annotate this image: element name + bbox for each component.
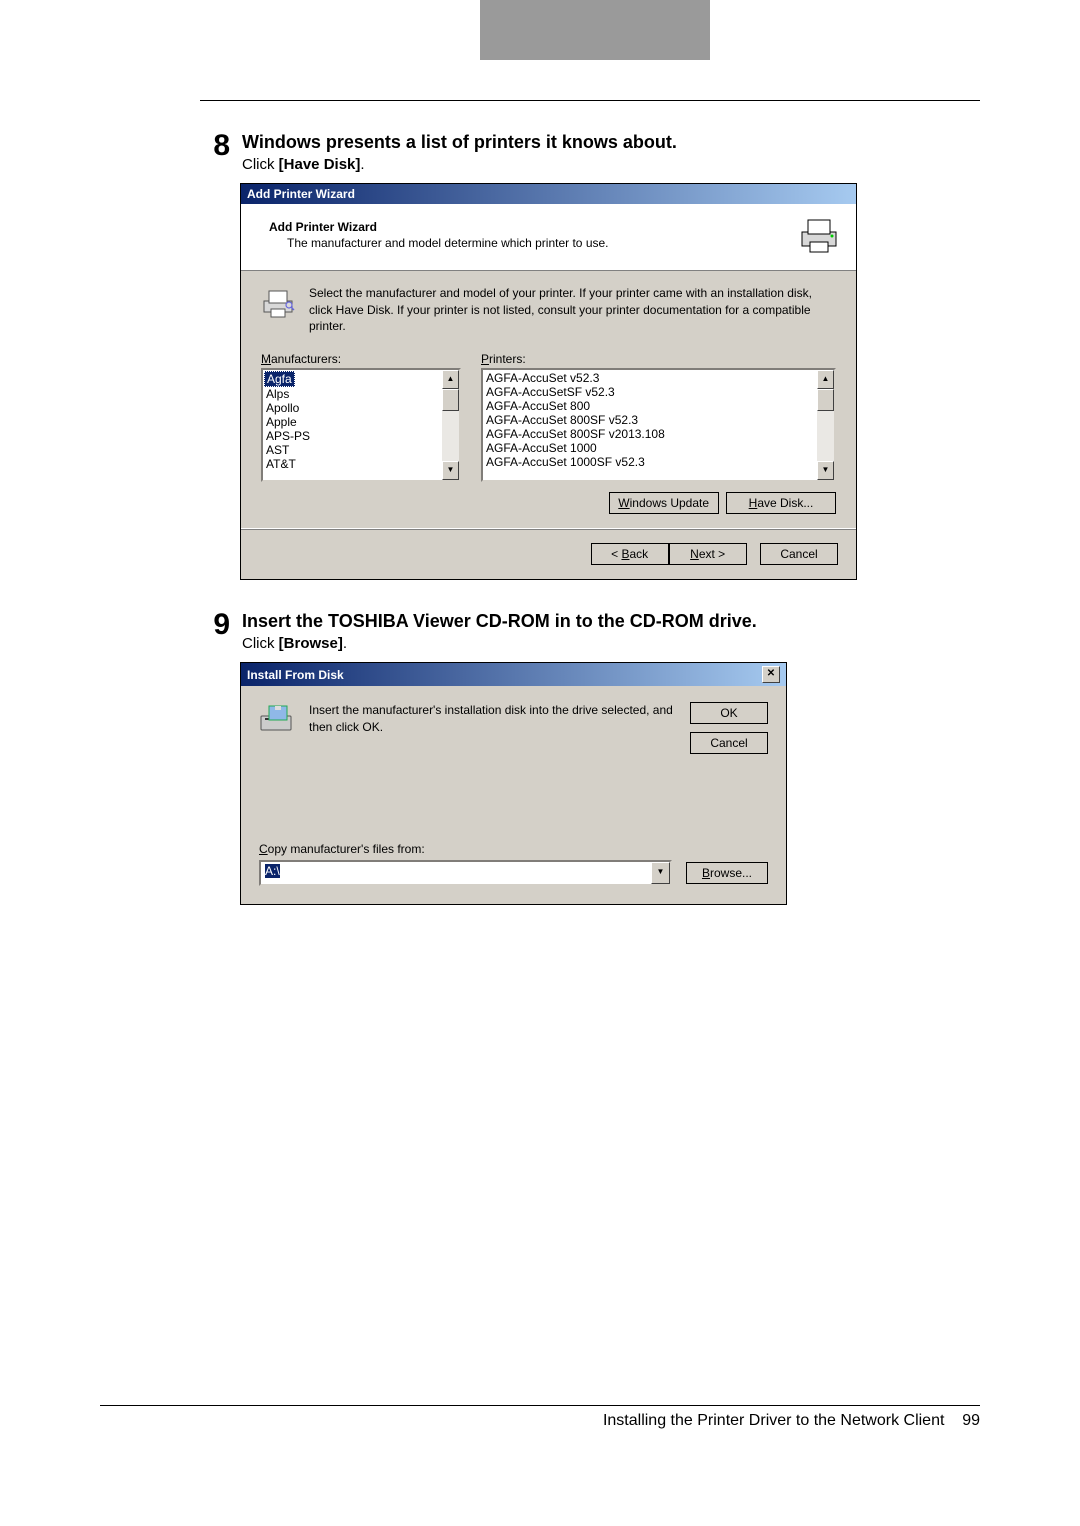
browse-button[interactable]: Browse... [686, 862, 768, 884]
scroll-up-icon[interactable]: ▲ [817, 370, 834, 389]
top-rule [200, 100, 980, 101]
list-item[interactable]: AGFA-AccuSet 800 [484, 399, 816, 413]
tab-placeholder [480, 0, 710, 60]
list-item[interactable]: AGFA-AccuSet 800SF v2013.108 [484, 427, 816, 441]
floppy-disk-icon [259, 702, 295, 732]
step-9-title: Insert the TOSHIBA Viewer CD-ROM in to t… [242, 610, 980, 633]
windows-update-button[interactable]: Windows Update [609, 492, 719, 514]
wizard-header: Add Printer Wizard The manufacturer and … [241, 204, 856, 271]
ok-button[interactable]: OK [690, 702, 768, 724]
chevron-down-icon[interactable]: ▼ [651, 862, 670, 884]
printer-icon [798, 214, 840, 256]
cancel-button[interactable]: Cancel [760, 543, 838, 565]
list-item[interactable]: AGFA-AccuSet 800SF v52.3 [484, 413, 816, 427]
list-item[interactable]: Apple [264, 415, 441, 429]
step-8-title: Windows presents a list of printers it k… [242, 131, 980, 154]
list-item[interactable]: AGFA-AccuSet v52.3 [484, 371, 816, 385]
step-9-instruction: Click [Browse]. [242, 635, 980, 652]
scrollbar[interactable]: ▲ ▼ [442, 370, 459, 480]
wizard-titlebar: Add Printer Wizard [241, 184, 856, 204]
wizard-header-sub: The manufacturer and model determine whi… [287, 236, 786, 250]
cancel-button[interactable]: Cancel [690, 732, 768, 754]
path-combobox[interactable]: A:\ ▼ [259, 860, 672, 886]
step-9-number: 9 [200, 610, 230, 652]
close-icon[interactable]: ✕ [762, 666, 780, 683]
step-8-instruction: Click [Have Disk]. [242, 156, 980, 173]
scroll-thumb[interactable] [442, 389, 459, 411]
step-8: 8 Windows presents a list of printers it… [200, 131, 980, 173]
manufacturers-listbox[interactable]: Agfa Alps Apollo Apple APS-PS AST AT&T ▲ [261, 368, 461, 482]
scroll-thumb[interactable] [817, 389, 834, 411]
scrollbar[interactable]: ▲ ▼ [817, 370, 834, 480]
wizard-header-title: Add Printer Wizard [269, 220, 786, 234]
step-9: 9 Insert the TOSHIBA Viewer CD-ROM in to… [200, 610, 980, 652]
list-item[interactable]: AGFA-AccuSet 1000SF v52.3 [484, 455, 816, 469]
list-item[interactable]: AGFA-AccuSetSF v52.3 [484, 385, 816, 399]
scroll-up-icon[interactable]: ▲ [442, 370, 459, 389]
list-item[interactable]: AGFA-AccuSet 1000 [484, 441, 816, 455]
install-from-disk-dialog: Install From Disk ✕ Insert the manufactu… [240, 662, 787, 905]
next-button[interactable]: Next > [669, 543, 747, 565]
install-disk-message: Insert the manufacturer's installation d… [309, 702, 690, 762]
scroll-down-icon[interactable]: ▼ [442, 461, 459, 480]
copy-from-label: Copy manufacturer's files from: [259, 842, 768, 856]
wizard-body-text: Select the manufacturer and model of you… [309, 285, 836, 334]
install-disk-titlebar: Install From Disk [247, 668, 344, 682]
back-button[interactable]: < Back [591, 543, 669, 565]
page-footer: Installing the Printer Driver to the Net… [100, 1405, 980, 1460]
add-printer-wizard-dialog: Add Printer Wizard Add Printer Wizard Th… [240, 183, 857, 580]
printers-listbox[interactable]: AGFA-AccuSet v52.3 AGFA-AccuSetSF v52.3 … [481, 368, 836, 482]
list-item[interactable]: AT&T [264, 457, 441, 471]
list-item[interactable]: AST [264, 443, 441, 457]
list-item[interactable]: Alps [264, 387, 441, 401]
list-item[interactable]: APS-PS [264, 429, 441, 443]
step-8-number: 8 [200, 131, 230, 173]
list-item[interactable]: Apollo [264, 401, 441, 415]
path-input[interactable]: A:\ [261, 862, 651, 884]
printers-label: Printers: [481, 352, 836, 366]
scroll-down-icon[interactable]: ▼ [817, 461, 834, 480]
have-disk-button[interactable]: Have Disk... [726, 492, 836, 514]
manufacturers-label: Manufacturers: [261, 352, 461, 366]
list-item[interactable]: Agfa [264, 371, 295, 387]
printer-small-icon [261, 287, 295, 321]
